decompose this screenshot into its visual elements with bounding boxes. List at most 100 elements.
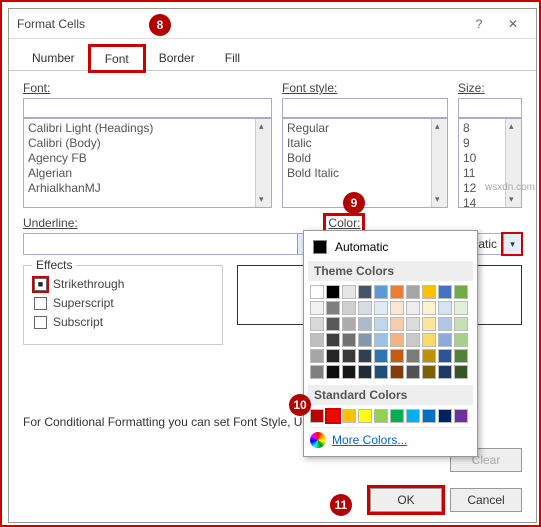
list-item[interactable]: Calibri Light (Headings) bbox=[28, 121, 267, 136]
color-swatch[interactable] bbox=[374, 349, 388, 363]
color-swatch[interactable] bbox=[310, 285, 324, 299]
tab-number[interactable]: Number bbox=[17, 45, 90, 70]
underline-dropdown[interactable]: ▾ bbox=[23, 233, 316, 255]
list-item[interactable]: Calibri (Body) bbox=[28, 136, 267, 151]
color-swatch[interactable] bbox=[310, 317, 324, 331]
color-swatch[interactable] bbox=[310, 365, 324, 379]
chevron-down-icon[interactable]: ▾ bbox=[503, 234, 521, 254]
color-swatch[interactable] bbox=[390, 333, 404, 347]
color-swatch[interactable] bbox=[422, 349, 436, 363]
color-swatch[interactable] bbox=[342, 285, 356, 299]
cancel-button[interactable]: Cancel bbox=[450, 488, 522, 512]
color-swatch[interactable] bbox=[422, 301, 436, 315]
color-swatch[interactable] bbox=[358, 301, 372, 315]
color-swatch[interactable] bbox=[342, 409, 356, 423]
color-swatch[interactable] bbox=[422, 333, 436, 347]
size-listbox[interactable]: 8 9 10 11 12 14 bbox=[458, 118, 522, 208]
subscript-checkbox[interactable] bbox=[34, 316, 47, 329]
color-swatch[interactable] bbox=[326, 333, 340, 347]
color-swatch[interactable] bbox=[342, 333, 356, 347]
list-item[interactable]: ArhialkhanMJ bbox=[28, 181, 267, 196]
color-swatch[interactable] bbox=[358, 349, 372, 363]
color-swatch[interactable] bbox=[438, 333, 452, 347]
color-swatch[interactable] bbox=[454, 301, 468, 315]
color-swatch[interactable] bbox=[438, 349, 452, 363]
color-swatch[interactable] bbox=[406, 301, 420, 315]
color-swatch[interactable] bbox=[310, 349, 324, 363]
color-swatch[interactable] bbox=[406, 409, 420, 423]
color-swatch[interactable] bbox=[358, 333, 372, 347]
color-swatch[interactable] bbox=[358, 317, 372, 331]
color-swatch[interactable] bbox=[326, 365, 340, 379]
close-icon[interactable]: ✕ bbox=[498, 13, 528, 35]
color-swatch[interactable] bbox=[374, 409, 388, 423]
color-swatch[interactable] bbox=[454, 333, 468, 347]
color-swatch[interactable] bbox=[326, 349, 340, 363]
color-swatch[interactable] bbox=[358, 409, 372, 423]
color-swatch[interactable] bbox=[454, 409, 468, 423]
color-swatch[interactable] bbox=[422, 409, 436, 423]
color-swatch[interactable] bbox=[358, 285, 372, 299]
font-listbox[interactable]: Calibri Light (Headings) Calibri (Body) … bbox=[23, 118, 272, 208]
tab-border[interactable]: Border bbox=[144, 45, 210, 70]
color-swatch[interactable] bbox=[438, 317, 452, 331]
list-item[interactable]: Agency FB bbox=[28, 151, 267, 166]
color-swatch[interactable] bbox=[438, 365, 452, 379]
automatic-option[interactable]: Automatic bbox=[308, 235, 473, 259]
color-swatch[interactable] bbox=[326, 317, 340, 331]
color-swatch[interactable] bbox=[406, 333, 420, 347]
color-swatch[interactable] bbox=[326, 301, 340, 315]
color-swatch[interactable] bbox=[342, 317, 356, 331]
color-swatch[interactable] bbox=[454, 317, 468, 331]
color-swatch[interactable] bbox=[390, 365, 404, 379]
list-item[interactable]: Regular bbox=[287, 121, 443, 136]
color-swatch[interactable] bbox=[342, 301, 356, 315]
tab-fill[interactable]: Fill bbox=[210, 45, 255, 70]
color-swatch[interactable] bbox=[406, 285, 420, 299]
ok-button[interactable]: OK bbox=[370, 488, 442, 512]
more-colors-option[interactable]: More Colors... bbox=[308, 427, 473, 452]
color-swatch[interactable] bbox=[342, 365, 356, 379]
size-input[interactable] bbox=[458, 98, 522, 118]
fontstyle-input[interactable] bbox=[282, 98, 448, 118]
color-swatch[interactable] bbox=[438, 409, 452, 423]
color-swatch[interactable] bbox=[454, 349, 468, 363]
color-swatch[interactable] bbox=[454, 285, 468, 299]
color-swatch[interactable] bbox=[358, 365, 372, 379]
color-swatch[interactable] bbox=[326, 409, 340, 423]
color-swatch[interactable] bbox=[454, 365, 468, 379]
superscript-checkbox[interactable] bbox=[34, 297, 47, 310]
color-swatch[interactable] bbox=[374, 317, 388, 331]
color-swatch[interactable] bbox=[390, 409, 404, 423]
color-swatch[interactable] bbox=[390, 301, 404, 315]
scrollbar[interactable] bbox=[431, 119, 447, 207]
color-swatch[interactable] bbox=[310, 409, 324, 423]
list-item[interactable]: Italic bbox=[287, 136, 443, 151]
color-swatch[interactable] bbox=[374, 301, 388, 315]
color-swatch[interactable] bbox=[390, 349, 404, 363]
color-swatch[interactable] bbox=[438, 285, 452, 299]
color-swatch[interactable] bbox=[390, 317, 404, 331]
list-item[interactable]: Bold Italic bbox=[287, 166, 443, 181]
scrollbar[interactable] bbox=[255, 119, 271, 207]
color-swatch[interactable] bbox=[310, 301, 324, 315]
color-swatch[interactable] bbox=[374, 333, 388, 347]
color-swatch[interactable] bbox=[406, 317, 420, 331]
color-swatch[interactable] bbox=[310, 333, 324, 347]
color-swatch[interactable] bbox=[422, 365, 436, 379]
tab-font[interactable]: Font bbox=[90, 46, 144, 71]
font-input[interactable] bbox=[23, 98, 272, 118]
color-swatch[interactable] bbox=[374, 365, 388, 379]
color-swatch[interactable] bbox=[374, 285, 388, 299]
color-swatch[interactable] bbox=[390, 285, 404, 299]
scrollbar[interactable] bbox=[505, 119, 521, 207]
list-item[interactable]: Bold bbox=[287, 151, 443, 166]
color-swatch[interactable] bbox=[406, 365, 420, 379]
list-item[interactable]: Algerian bbox=[28, 166, 267, 181]
color-swatch[interactable] bbox=[422, 285, 436, 299]
color-swatch[interactable] bbox=[342, 349, 356, 363]
strikethrough-checkbox[interactable] bbox=[34, 278, 47, 291]
help-icon[interactable]: ? bbox=[464, 13, 494, 35]
fontstyle-listbox[interactable]: Regular Italic Bold Bold Italic bbox=[282, 118, 448, 208]
color-swatch[interactable] bbox=[422, 317, 436, 331]
